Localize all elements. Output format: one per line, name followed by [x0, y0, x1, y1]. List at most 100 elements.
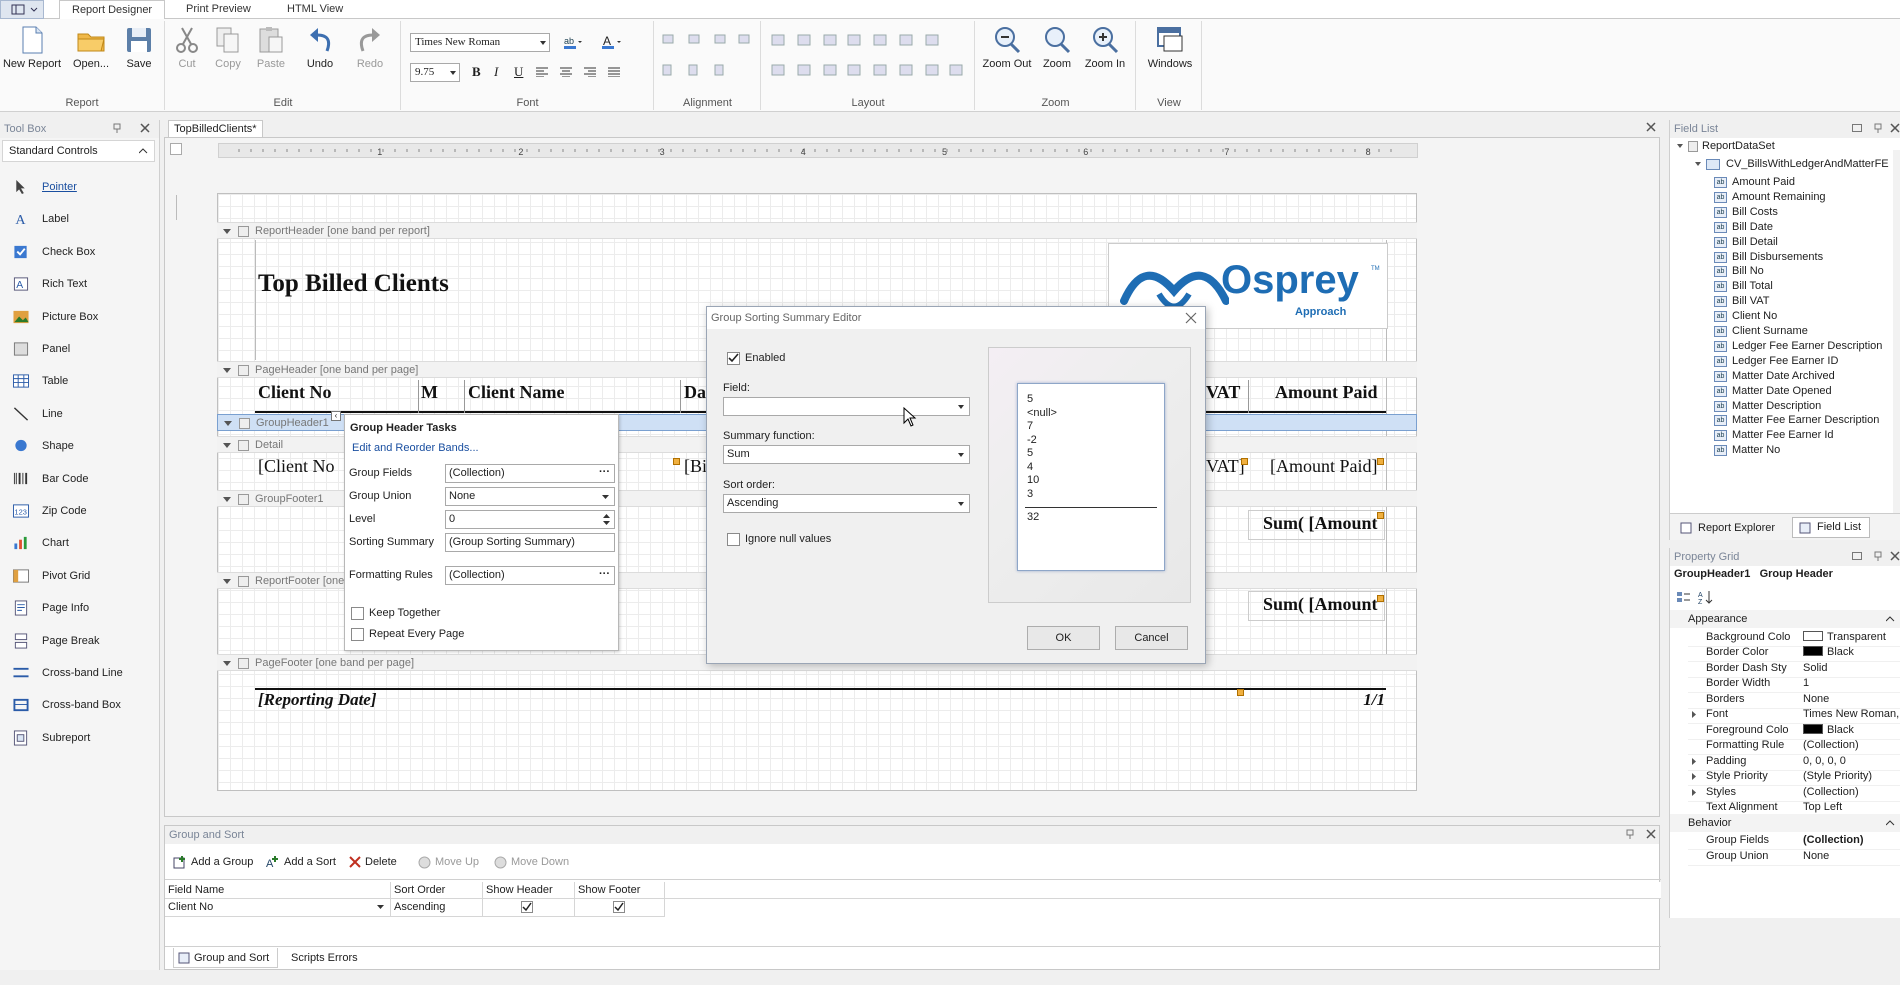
- delete-button[interactable]: Delete: [349, 853, 397, 871]
- new-report-button[interactable]: New Report: [2, 25, 62, 70]
- report-footer-sum[interactable]: Sum( [Amount: [1248, 591, 1385, 621]
- band-report-header[interactable]: ReportHeader [one band per report]: [217, 222, 1417, 239]
- category-appearance[interactable]: Appearance: [1670, 610, 1900, 628]
- field-list-scrollbar[interactable]: [1893, 150, 1900, 526]
- expand-arrow-icon[interactable]: [1692, 757, 1697, 765]
- header-client-name[interactable]: Client Name: [468, 382, 678, 403]
- pin-icon[interactable]: [112, 123, 122, 133]
- smart-tag-handle[interactable]: [1241, 458, 1248, 465]
- tab-scripts-errors[interactable]: Scripts Errors: [285, 948, 358, 968]
- smart-tag-handle[interactable]: [1377, 512, 1384, 519]
- tab-html-view[interactable]: HTML View: [275, 0, 355, 19]
- formatting-rules-field[interactable]: (Collection) ···: [445, 566, 615, 585]
- page-footer-page-number[interactable]: 1/1: [1330, 690, 1385, 710]
- align-left-icon[interactable]: [536, 67, 550, 77]
- save-button[interactable]: Save: [118, 25, 160, 70]
- tab-group-and-sort[interactable]: Group and Sort: [173, 948, 279, 968]
- detail-client-no[interactable]: [Client No: [258, 456, 346, 477]
- detail-amount-paid[interactable]: [Amount Paid]: [1270, 456, 1385, 477]
- undo-button[interactable]: Undo: [302, 25, 338, 70]
- expand-icon[interactable]: [1676, 142, 1684, 150]
- font-color-icon[interactable]: A: [600, 34, 621, 50]
- expand-arrow-icon[interactable]: [1692, 711, 1697, 718]
- cell-field-name[interactable]: Client No: [165, 899, 391, 917]
- selected-component[interactable]: GroupHeader1 Group Header: [1674, 568, 1833, 580]
- tab-topbilledclients[interactable]: TopBilledClients*: [168, 120, 263, 138]
- open-button[interactable]: Open...: [66, 25, 116, 70]
- app-menu-button[interactable]: [0, 0, 44, 19]
- pin-icon[interactable]: [1873, 123, 1883, 133]
- tab-field-list[interactable]: Field List: [1792, 517, 1871, 538]
- bold-icon[interactable]: B: [472, 64, 481, 80]
- align-grid-icons[interactable]: [661, 33, 757, 85]
- collapse-icon[interactable]: [223, 443, 231, 448]
- layout-tool-icons[interactable]: [770, 33, 970, 85]
- pin-icon[interactable]: [1873, 551, 1883, 561]
- collapse-icon[interactable]: [223, 497, 231, 502]
- paste-button[interactable]: Paste: [252, 25, 290, 70]
- dropdown-arrow-icon[interactable]: [602, 495, 609, 500]
- tab-report-designer[interactable]: Report Designer: [59, 0, 166, 20]
- collapse-icon[interactable]: [224, 421, 232, 426]
- close-icon[interactable]: [140, 123, 150, 133]
- table-node[interactable]: CV_BillsWithLedgerAndMatterFE: [1726, 155, 1889, 173]
- prop-group-union[interactable]: Group Union None: [1688, 847, 1900, 866]
- windows-button[interactable]: Windows: [1143, 25, 1197, 70]
- close-icon[interactable]: [1890, 551, 1900, 561]
- edit-reorder-bands-link[interactable]: Edit and Reorder Bands...: [352, 442, 479, 454]
- redo-button[interactable]: Redo: [352, 25, 388, 70]
- zoom-in-button[interactable]: Zoom In: [1080, 25, 1130, 70]
- alphabetical-sort-icon[interactable]: AZ: [1698, 590, 1714, 604]
- header-date[interactable]: Da: [684, 382, 706, 403]
- column-header-show-footer[interactable]: Show Footer: [575, 882, 665, 899]
- column-header-show-header[interactable]: Show Header: [483, 882, 575, 899]
- font-size-combo[interactable]: 9.75: [410, 63, 460, 82]
- group-fields-field[interactable]: (Collection) ···: [445, 464, 615, 483]
- move-up-button[interactable]: Move Up: [418, 853, 479, 871]
- expand-icon[interactable]: [1694, 160, 1702, 168]
- group-footer-sum[interactable]: Sum( [Amount: [1248, 510, 1385, 540]
- dialog-close-icon[interactable]: [1185, 312, 1197, 324]
- smart-tag-handle[interactable]: [1377, 595, 1384, 602]
- smart-tag-handle[interactable]: [673, 458, 680, 465]
- summary-function-combo[interactable]: Sum: [723, 445, 970, 464]
- collapse-icon[interactable]: [223, 661, 231, 666]
- toolbox-category-header[interactable]: Standard Controls: [2, 140, 155, 162]
- smart-tag-handle[interactable]: [1377, 458, 1384, 465]
- header-m[interactable]: M: [421, 382, 461, 403]
- dataset-node[interactable]: ReportDataSet: [1702, 137, 1775, 155]
- collapse-icon[interactable]: [223, 579, 231, 584]
- smart-tag-button[interactable]: ‹: [331, 411, 341, 421]
- cut-button[interactable]: Cut: [170, 25, 204, 70]
- ellipsis-icon[interactable]: ···: [599, 566, 610, 583]
- close-icon[interactable]: [1646, 829, 1656, 839]
- group-union-field[interactable]: None: [445, 487, 615, 506]
- page-footer-reporting-date[interactable]: [Reporting Date]: [258, 690, 377, 710]
- spin-arrows-icon[interactable]: [603, 513, 610, 526]
- categorized-sort-icon[interactable]: [1676, 590, 1692, 604]
- header-client-no[interactable]: Client No: [258, 382, 418, 403]
- detail-bill[interactable]: [Bi: [684, 456, 706, 477]
- column-header-sort-order[interactable]: Sort Order: [391, 882, 483, 899]
- category-behavior[interactable]: Behavior: [1670, 813, 1900, 832]
- cell-sort-order[interactable]: Ascending: [391, 899, 483, 917]
- underline-icon[interactable]: U: [514, 64, 523, 80]
- field-matter-no[interactable]: ab Matter No: [1714, 441, 1780, 459]
- align-right-icon[interactable]: [584, 67, 598, 77]
- expand-arrow-icon[interactable]: [1692, 788, 1697, 796]
- maximize-icon[interactable]: [1852, 552, 1862, 560]
- tab-print-preview[interactable]: Print Preview: [174, 0, 263, 19]
- close-icon[interactable]: [1890, 123, 1900, 133]
- ellipsis-icon[interactable]: ···: [599, 464, 610, 481]
- add-sort-button[interactable]: A Add a Sort: [266, 853, 336, 871]
- header-amount-paid[interactable]: Amount Paid: [1275, 382, 1385, 403]
- align-center-icon[interactable]: [560, 67, 574, 77]
- tab-report-explorer[interactable]: Report Explorer: [1678, 519, 1775, 537]
- zoom-button[interactable]: Zoom: [1038, 25, 1076, 70]
- maximize-icon[interactable]: [1852, 124, 1862, 132]
- font-name-combo[interactable]: Times New Roman: [410, 33, 550, 52]
- move-down-button[interactable]: Move Down: [494, 853, 569, 871]
- smart-tag-handle[interactable]: [1237, 689, 1244, 696]
- zoom-out-button[interactable]: Zoom Out: [980, 25, 1034, 70]
- field-combo[interactable]: [723, 397, 970, 416]
